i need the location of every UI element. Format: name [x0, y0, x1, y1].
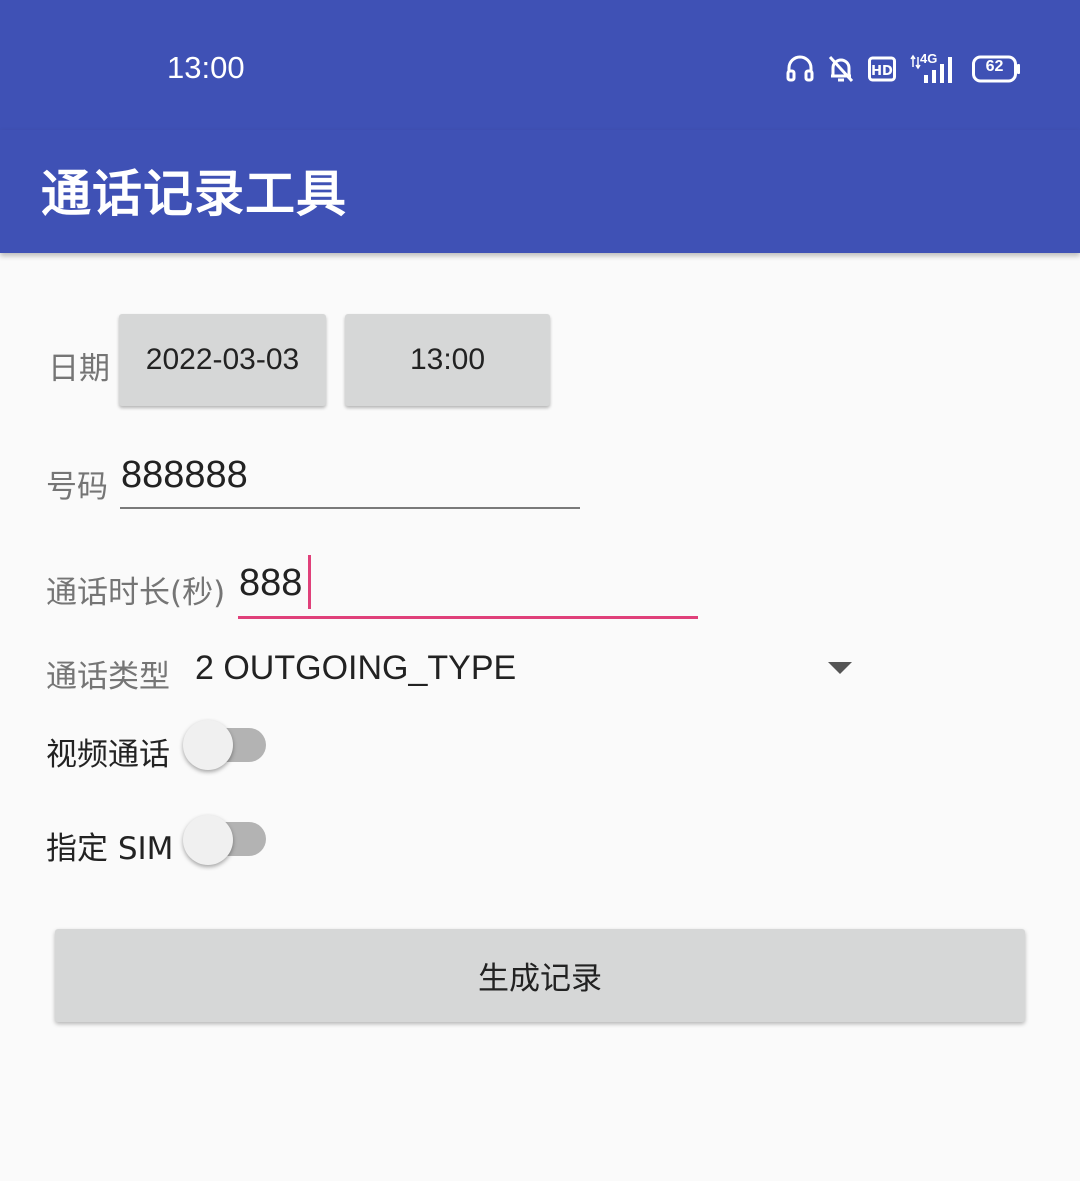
- app-toolbar: 通话记录工具: [0, 130, 1080, 253]
- headset-icon: [786, 54, 814, 84]
- duration-input-underline: [238, 616, 698, 619]
- date-picker-button[interactable]: 2022-03-03: [119, 314, 326, 406]
- generate-record-button[interactable]: 生成记录: [55, 929, 1025, 1022]
- duration-label: 通话时长(秒): [46, 575, 226, 611]
- svg-text:HD: HD: [871, 64, 893, 79]
- call-type-spinner[interactable]: 2 OUTGOING_TYPE: [195, 649, 516, 688]
- bell-off-icon: [828, 54, 854, 84]
- video-call-label: 视频通话: [46, 737, 170, 773]
- date-label: 日期: [48, 351, 110, 387]
- app-title: 通话记录工具: [41, 165, 347, 223]
- status-clock: 13:00: [167, 50, 245, 85]
- text-cursor: [308, 555, 311, 609]
- sim-switch-thumb[interactable]: [183, 815, 233, 865]
- battery-icon: 62: [972, 55, 1022, 83]
- number-input-underline: [120, 507, 580, 509]
- status-bar: 13:00 HD 4G 62: [0, 0, 1080, 130]
- sim-label: 指定 SIM: [46, 831, 174, 867]
- hd-icon: HD: [868, 55, 896, 83]
- network-type: 4G: [920, 51, 938, 66]
- number-input[interactable]: 888888: [121, 454, 248, 497]
- chevron-down-icon[interactable]: [828, 662, 852, 674]
- video-call-switch-thumb[interactable]: [183, 720, 233, 770]
- number-label: 号码: [46, 469, 108, 505]
- signal-icon: 4G: [910, 51, 958, 85]
- battery-level: 62: [985, 58, 1004, 75]
- call-type-label: 通话类型: [46, 659, 170, 695]
- duration-input[interactable]: 888: [239, 562, 302, 605]
- time-picker-button[interactable]: 13:00: [345, 314, 550, 406]
- status-icons: HD 4G 62: [786, 51, 1022, 86]
